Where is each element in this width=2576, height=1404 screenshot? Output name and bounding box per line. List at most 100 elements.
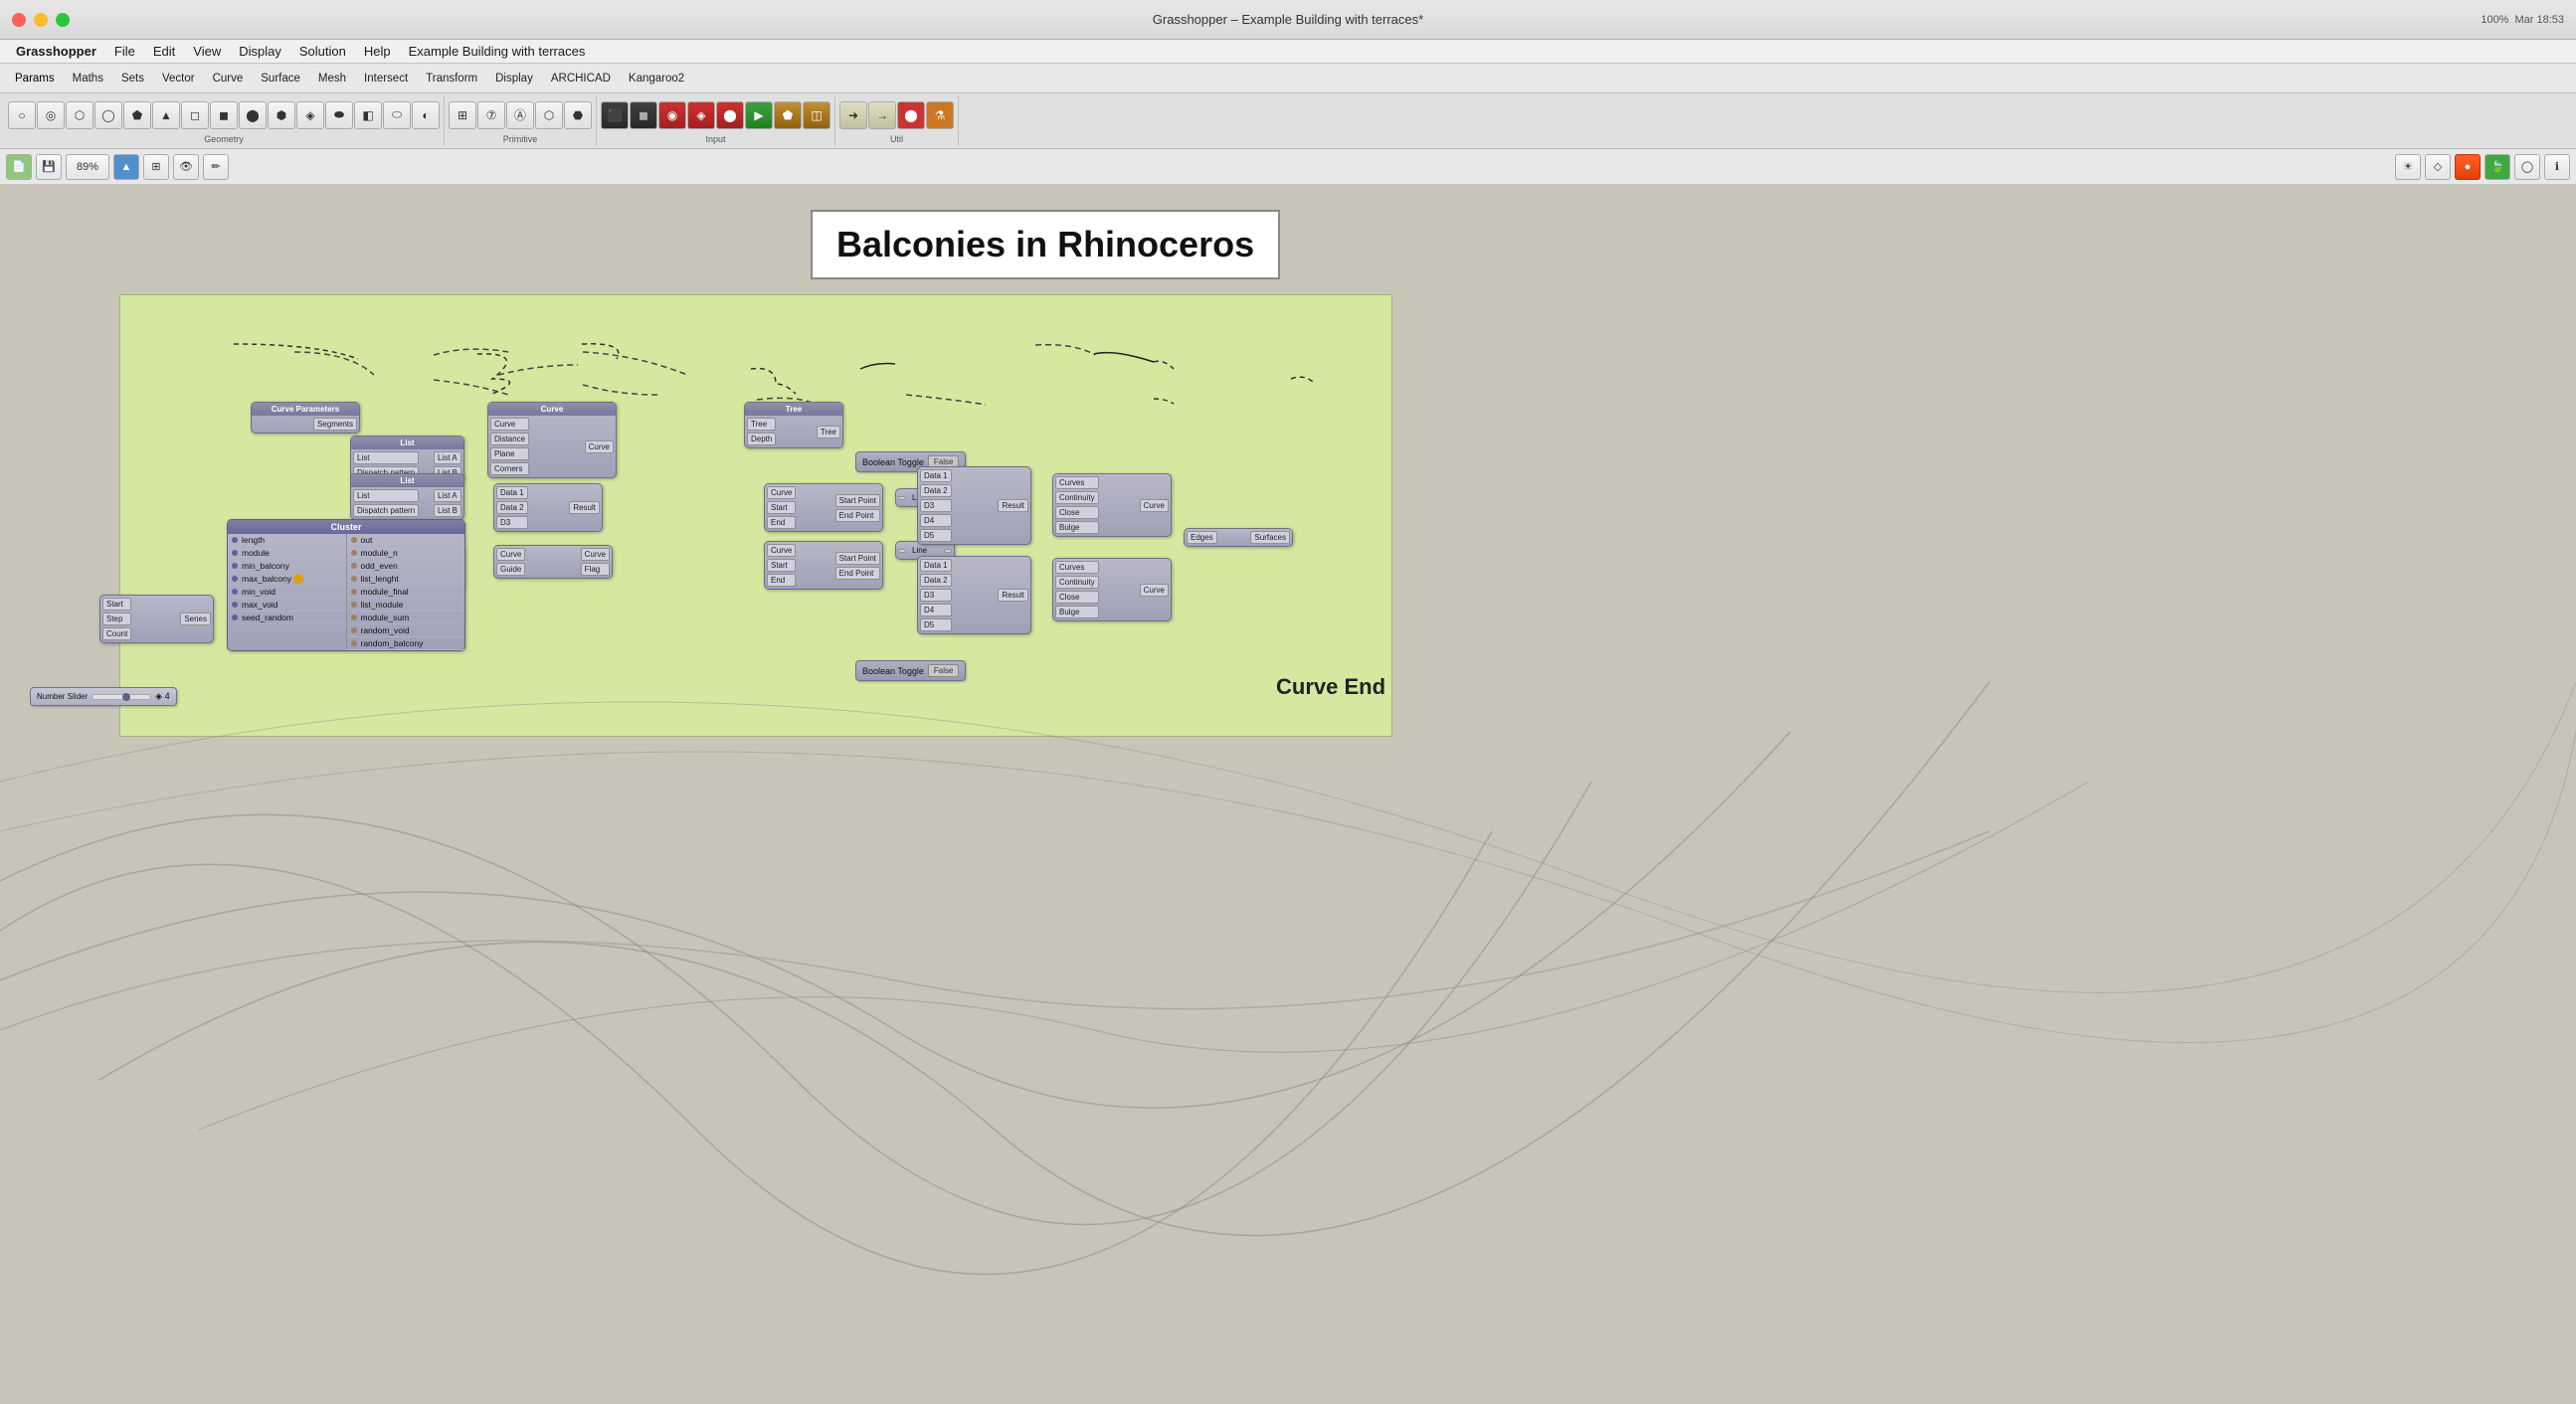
cluster-node[interactable]: Cluster length module min_balcony max_ba… — [227, 519, 465, 651]
port-d21: Data 1 — [920, 469, 952, 482]
port-plane-in: Plane — [490, 447, 529, 460]
params-item-kangaroo[interactable]: Kangaroo2 — [620, 70, 693, 88]
tb-input-1[interactable]: ⬛ — [601, 101, 629, 129]
menu-help[interactable]: Help — [356, 42, 399, 61]
menu-file[interactable]: File — [106, 42, 143, 61]
tb-util-3[interactable]: ⬤ — [897, 101, 925, 129]
curve-guide-node[interactable]: Curve Guide Curve Flag — [493, 545, 613, 579]
window-controls[interactable] — [12, 13, 70, 27]
tb-util-4[interactable]: ⚗ — [926, 101, 954, 129]
data-node-2[interactable]: Data 1 Data 2 D3 D4 D5 Result — [917, 466, 1031, 545]
tb-btn-8[interactable]: ◼ — [210, 101, 238, 129]
start-end-node-2[interactable]: Curve Start End Start Point End Point — [764, 541, 883, 590]
canvas[interactable]: .wire-dashed { fill:none; stroke:#444; s… — [0, 185, 2576, 1404]
tb-prim-3[interactable]: Ⓐ — [506, 101, 534, 129]
render-mode-btn[interactable]: 🍃 — [2484, 154, 2510, 180]
tb-btn-2[interactable]: ◎ — [37, 101, 65, 129]
params-item-params[interactable]: Params — [6, 70, 64, 88]
edges-body: Edges Surfaces — [1185, 529, 1292, 546]
number-slider[interactable]: Number Slider ◈ 4 — [30, 687, 177, 706]
curve-dist-node[interactable]: Curve Curve Distance Plane Corners Curve — [487, 402, 617, 478]
solid-mode-btn[interactable]: ● — [2455, 154, 2481, 180]
tb-btn-9[interactable]: ⬤ — [239, 101, 267, 129]
titlebar: Grasshopper – Example Building with terr… — [0, 0, 2576, 40]
cluster-dot-out-random_balcony — [351, 640, 357, 646]
zoom-up-button[interactable]: ▲ — [113, 154, 139, 180]
slider-track[interactable] — [92, 694, 151, 700]
bake-button[interactable]: ✏ — [203, 154, 229, 180]
tb-btn-15[interactable]: ◐ — [412, 101, 440, 129]
tb-btn-14[interactable]: ⬭ — [383, 101, 411, 129]
tb-btn-3[interactable]: ⬡ — [66, 101, 93, 129]
tb-btn-12[interactable]: ⬬ — [325, 101, 353, 129]
tb-btn-6[interactable]: ▲ — [152, 101, 180, 129]
tb-btn-7[interactable]: ◻ — [181, 101, 209, 129]
tb-prim-2[interactable]: ⑦ — [477, 101, 505, 129]
tb-util-2[interactable]: → — [868, 101, 896, 129]
tb-btn-10[interactable]: ⬢ — [268, 101, 295, 129]
params-item-transform[interactable]: Transform — [417, 70, 486, 88]
params-item-display[interactable]: Display — [486, 70, 542, 88]
params-item-sets[interactable]: Sets — [112, 70, 153, 88]
tb-input-5[interactable]: ⬤ — [716, 101, 744, 129]
extra-mode-btn[interactable]: ◯ — [2514, 154, 2540, 180]
titlebar-right: 100% Mar 18:53 — [2481, 14, 2564, 26]
menu-grasshopper[interactable]: Grasshopper — [8, 42, 104, 61]
tb-prim-5[interactable]: ⬣ — [564, 101, 592, 129]
maximize-button[interactable] — [56, 13, 70, 27]
menu-display[interactable]: Display — [231, 42, 289, 61]
info-btn[interactable]: ℹ — [2544, 154, 2570, 180]
menu-edit[interactable]: Edit — [145, 42, 183, 61]
port-bc1-cont: Continuity — [1055, 491, 1099, 504]
cluster-header: Cluster — [228, 520, 464, 534]
light-mode-btn[interactable]: ☀ — [2395, 154, 2421, 180]
tb-btn-11[interactable]: ◈ — [296, 101, 324, 129]
menu-solution[interactable]: Solution — [291, 42, 354, 61]
data-node-3[interactable]: Data 1 Data 2 D3 D4 D5 Result — [917, 556, 1031, 634]
tb-btn-4[interactable]: ◯ — [94, 101, 122, 129]
tree-depth-node[interactable]: Tree Tree Depth Tree — [744, 402, 843, 448]
params-item-vector[interactable]: Vector — [153, 70, 204, 88]
tb-input-4[interactable]: ◈ — [687, 101, 715, 129]
params-item-surface[interactable]: Surface — [252, 70, 309, 88]
tb-prim-4[interactable]: ⬡ — [535, 101, 563, 129]
menu-view[interactable]: View — [185, 42, 229, 61]
tb-input-7[interactable]: ⬟ — [774, 101, 802, 129]
curve-params-node[interactable]: Curve Parameters Segments — [251, 402, 360, 434]
tb-input-3[interactable]: ◉ — [658, 101, 686, 129]
tb-btn-5[interactable]: ⬟ — [123, 101, 151, 129]
blend-curve-1[interactable]: Curves Continuity Close Bulge Curve — [1052, 473, 1172, 537]
tb-btn-1[interactable]: ○ — [8, 101, 36, 129]
preview-toggle[interactable]: 👁 — [173, 154, 199, 180]
params-item-maths[interactable]: Maths — [64, 70, 112, 88]
params-item-intersect[interactable]: Intersect — [355, 70, 417, 88]
menu-example[interactable]: Example Building with terraces — [401, 42, 594, 61]
new-button[interactable]: 📄 — [6, 154, 32, 180]
edges-surfaces-node[interactable]: Edges Surfaces — [1184, 528, 1293, 547]
zoom-percent[interactable]: 89% — [66, 154, 109, 180]
start-end-node-1[interactable]: Curve Start End Start Point End Point — [764, 483, 883, 532]
tb-input-6[interactable]: ▶ — [745, 101, 773, 129]
tb-input-8[interactable]: ◫ — [803, 101, 830, 129]
save-button[interactable]: 💾 — [36, 154, 62, 180]
minimize-button[interactable] — [34, 13, 48, 27]
close-button[interactable] — [12, 13, 26, 27]
data-node-1[interactable]: Data 1 Data 2 D3 Result — [493, 483, 603, 532]
tb-prim-1[interactable]: ⊞ — [449, 101, 476, 129]
tb-btn-13[interactable]: ◧ — [354, 101, 382, 129]
params-item-curve[interactable]: Curve — [204, 70, 253, 88]
params-item-archicad[interactable]: ARCHICAD — [542, 70, 620, 88]
params-item-mesh[interactable]: Mesh — [309, 70, 355, 88]
tb-input-2[interactable]: ◼ — [630, 101, 657, 129]
bool-toggle-2-value[interactable]: False — [928, 664, 960, 677]
blend-curve-2[interactable]: Curves Continuity Close Bulge Curve — [1052, 558, 1172, 621]
slider-thumb[interactable] — [122, 693, 130, 701]
series-node[interactable]: Start Step Count Series — [99, 595, 214, 643]
cluster-dot-out-list_module — [351, 602, 357, 608]
bool-toggle-2[interactable]: Boolean Toggle False — [855, 660, 966, 681]
wire-mode-btn[interactable]: ◇ — [2425, 154, 2451, 180]
tb-util-1[interactable]: ➜ — [839, 101, 867, 129]
port-d33: D3 — [920, 589, 952, 602]
zoom-fit-button[interactable]: ⊞ — [143, 154, 169, 180]
dispatch-2-node[interactable]: List List Dispatch pattern List A List B — [350, 473, 464, 520]
